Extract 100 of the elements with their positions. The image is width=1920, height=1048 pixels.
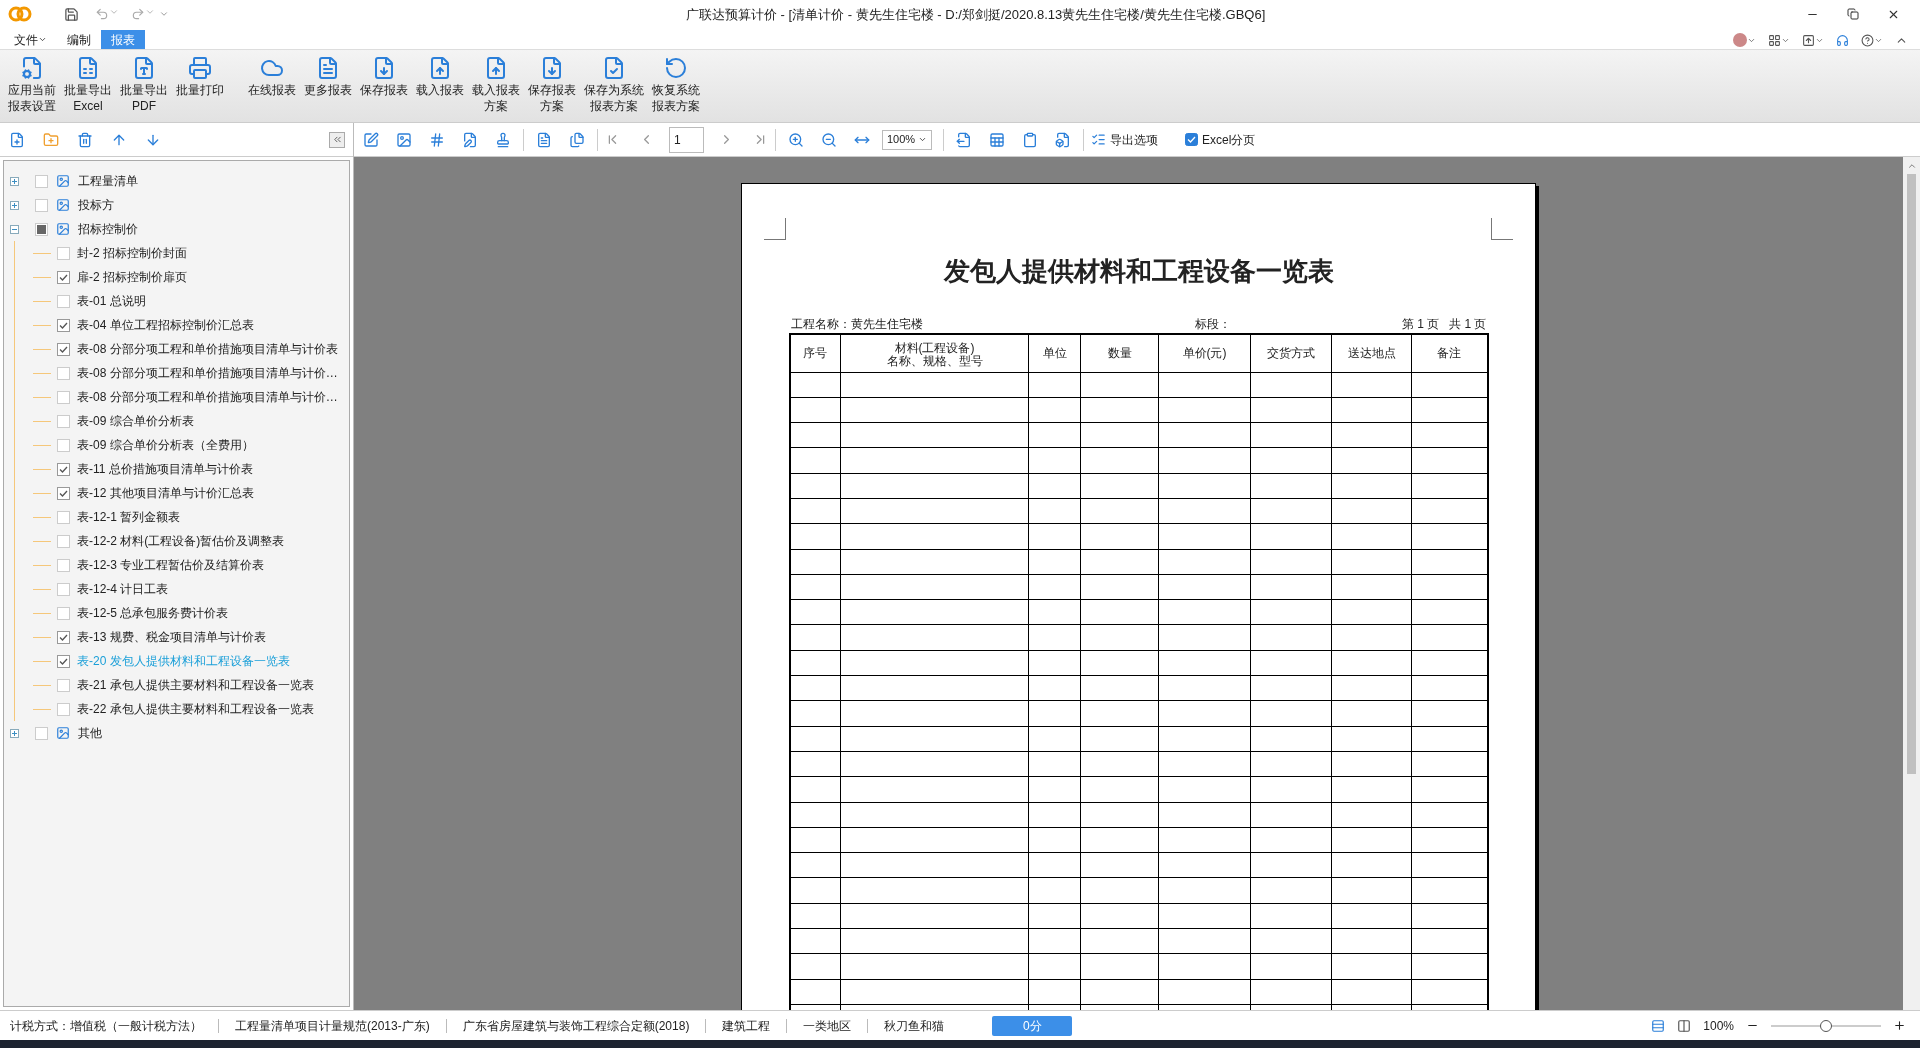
tree-item[interactable]: 表-09 综合单价分析表（全费用）	[77, 436, 254, 454]
collapse-panel-button[interactable]	[329, 131, 345, 148]
two-page-icon[interactable]	[1677, 1018, 1692, 1033]
zoom-select[interactable]: 100%	[882, 129, 932, 150]
zoom-in-icon[interactable]	[1893, 1019, 1906, 1032]
checkbox[interactable]	[57, 318, 70, 332]
report-title: 发包人提供材料和工程设备一览表	[943, 255, 1334, 288]
checkbox[interactable]	[57, 630, 70, 644]
checkbox[interactable]	[35, 198, 48, 212]
undo-icon[interactable]	[95, 7, 119, 21]
folder-icon	[56, 174, 70, 188]
checkbox[interactable]	[57, 510, 70, 524]
ribbon-button[interactable]: 批量打印	[172, 56, 228, 98]
slider-thumb[interactable]	[1820, 1019, 1832, 1032]
customize-icon[interactable]	[159, 9, 169, 19]
checkbox[interactable]	[35, 726, 48, 740]
checkbox[interactable]	[57, 462, 70, 476]
tree-item[interactable]: 表-12-3 专业工程暂估价及结算价表	[77, 556, 265, 574]
tree-item[interactable]: 表-08 分部分项工程和单价措施项目清单与计价表	[77, 340, 338, 358]
column-header: 单位	[1042, 347, 1067, 361]
collapse-icon[interactable]	[10, 224, 19, 234]
page-field[interactable]: 1	[669, 126, 704, 153]
load-icon	[484, 56, 508, 80]
ribbon-button[interactable]: 载入报表 方案	[468, 56, 524, 114]
document-gear-icon	[20, 56, 44, 80]
tree-item[interactable]: 表-08 分部分项工程和单价措施项目清单与计价…	[77, 364, 338, 382]
checkbox[interactable]	[57, 582, 70, 596]
tree-item[interactable]: 投标方	[78, 196, 114, 214]
ribbon-button[interactable]: 在线报表	[244, 56, 300, 98]
tree-item[interactable]: 表-21 承包人提供主要材料和工程设备一览表	[77, 676, 314, 694]
tree-item[interactable]: 招标控制价	[78, 220, 138, 238]
ribbon-button[interactable]: 批量导出 Excel	[60, 56, 116, 114]
tree-item[interactable]: 表-09 综合单价分析表	[77, 412, 194, 430]
checkbox[interactable]	[35, 222, 48, 236]
checkbox[interactable]	[57, 654, 70, 668]
tree-item[interactable]: 其他	[78, 724, 102, 742]
checkbox[interactable]	[57, 270, 70, 284]
checkbox[interactable]	[57, 246, 70, 260]
tree-item[interactable]: 表-04 单位工程招标控制价汇总表	[77, 316, 254, 334]
ribbon-button[interactable]: 恢复系统 报表方案	[648, 56, 704, 114]
checkbox[interactable]	[57, 366, 70, 380]
tree-item[interactable]: 表-12-5 总承包服务费计价表	[77, 604, 229, 622]
tree-item[interactable]: 表-01 总说明	[77, 292, 146, 310]
scrollbar[interactable]	[1903, 157, 1920, 1010]
menu-tab[interactable]: 编制	[57, 30, 101, 49]
expand-icon[interactable]	[10, 200, 19, 210]
headset-icon[interactable]	[1836, 33, 1849, 47]
avatar-icon[interactable]	[1733, 33, 1756, 47]
expand-icon[interactable]	[10, 728, 19, 738]
ribbon-button[interactable]: 更多报表	[300, 56, 356, 98]
redo-icon[interactable]	[131, 7, 155, 21]
spreadsheet-icon	[76, 56, 100, 80]
restore-icon	[664, 56, 688, 80]
tree-item[interactable]: 表-08 分部分项工程和单价措施项目清单与计价…	[77, 388, 338, 406]
page-view-icon[interactable]	[1651, 1018, 1666, 1033]
printer-icon	[188, 56, 212, 80]
column-header: 交货方式	[1267, 347, 1315, 361]
ribbon-button[interactable]: 保存报表	[356, 56, 412, 98]
ribbon-button[interactable]: 批量导出 PDF	[116, 56, 172, 114]
save-icon[interactable]	[64, 6, 79, 22]
load-icon	[428, 56, 452, 80]
checkbox[interactable]	[57, 558, 70, 572]
ribbon-button[interactable]: 保存为系统 报表方案	[580, 56, 648, 114]
checkbox[interactable]	[57, 678, 70, 692]
ribbon-button[interactable]: 应用当前 报表设置	[4, 56, 60, 114]
menu-tab[interactable]: 文件	[4, 30, 57, 49]
help-icon[interactable]	[1861, 33, 1883, 47]
export-options-button[interactable]: 导出选项	[1091, 130, 1158, 149]
tree-item[interactable]: 工程量清单	[78, 172, 138, 190]
scrollbar-thumb[interactable]	[1907, 174, 1916, 774]
tree-item[interactable]: 扉-2 招标控制价扉页	[77, 268, 187, 286]
checkbox[interactable]	[57, 438, 70, 452]
upload-icon[interactable]	[1802, 33, 1824, 47]
checkbox[interactable]	[35, 174, 48, 188]
grid-icon[interactable]	[1768, 33, 1790, 47]
tree-item[interactable]: 封-2 招标控制价封面	[77, 244, 187, 262]
tree-item[interactable]: 表-12-2 材料(工程设备)暂估价及调整表	[77, 532, 285, 550]
checkbox[interactable]	[57, 294, 70, 308]
checkbox[interactable]	[57, 606, 70, 620]
ribbon-button[interactable]: 保存报表 方案	[524, 56, 580, 114]
tree-item[interactable]: 表-12-4 计日工表	[77, 580, 169, 598]
ribbon-button[interactable]: 载入报表	[412, 56, 468, 98]
checkbox[interactable]	[57, 390, 70, 404]
tree-item[interactable]: 表-13 规费、税金项目清单与计价表	[77, 628, 266, 646]
tree-item[interactable]: 表-12-1 暂列金额表	[77, 508, 181, 526]
tree-item[interactable]: 表-22 承包人提供主要材料和工程设备一览表	[77, 700, 314, 718]
checkbox[interactable]	[57, 534, 70, 548]
checkbox[interactable]	[57, 342, 70, 356]
checkbox[interactable]	[57, 486, 70, 500]
checkbox[interactable]	[57, 702, 70, 716]
expand-icon[interactable]	[10, 176, 19, 186]
page-info: 第 1 页 共 1 页	[1401, 316, 1487, 333]
checkbox[interactable]	[1185, 133, 1198, 146]
save-icon	[372, 56, 396, 80]
tree-item[interactable]: 表-11 总价措施项目清单与计价表	[77, 460, 253, 478]
scroll-up-icon[interactable]	[1906, 161, 1917, 171]
tree-item[interactable]: 表-12 其他项目清单与计价汇总表	[77, 484, 254, 502]
logo-icon	[8, 6, 32, 22]
restore-icon[interactable]	[1847, 7, 1859, 21]
checkbox[interactable]	[57, 414, 70, 428]
